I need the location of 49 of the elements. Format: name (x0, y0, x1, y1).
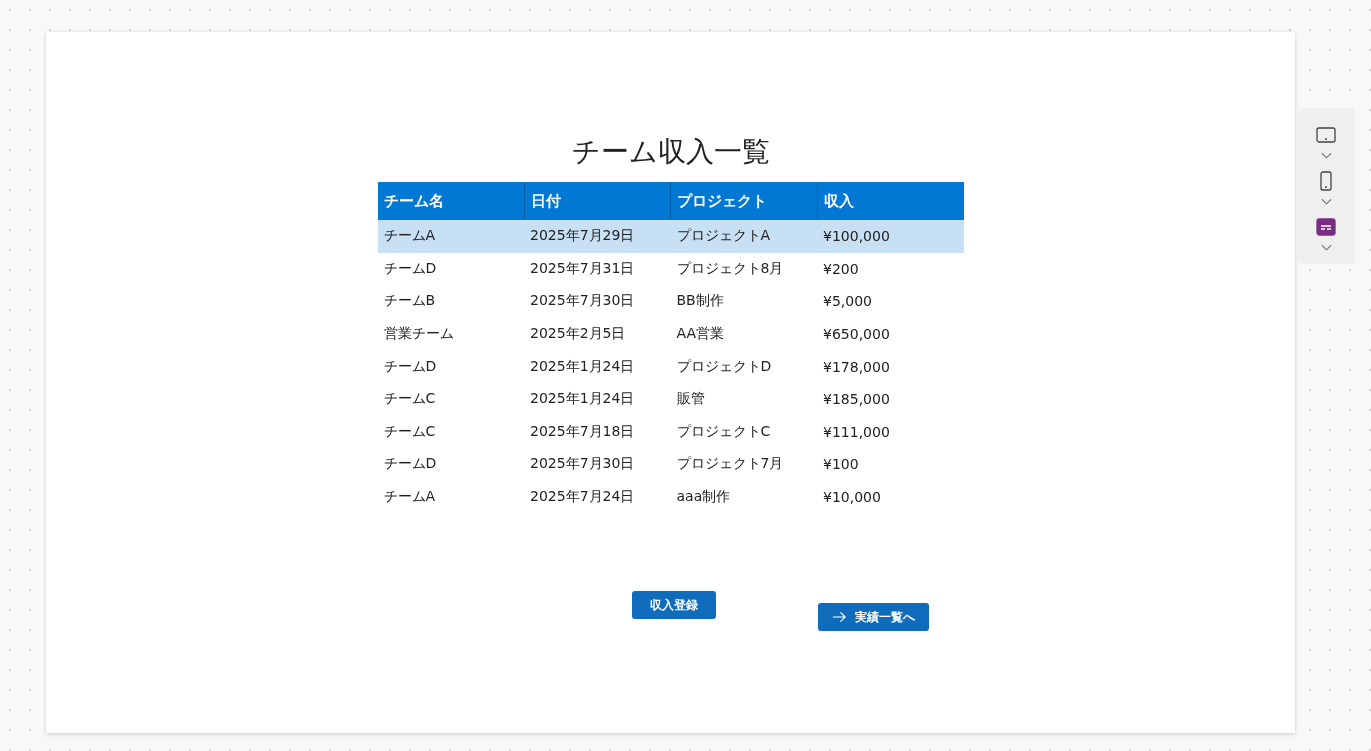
chevron-down-icon[interactable] (1320, 244, 1332, 252)
table-cell[interactable]: 販管 (670, 382, 817, 416)
table-cell[interactable]: プロジェクトD (670, 350, 817, 383)
table-cell[interactable]: 2025年1月24日 (524, 382, 671, 416)
table-cell[interactable]: チームD (377, 448, 524, 481)
table-cell[interactable]: チームA (377, 220, 524, 253)
table-cell[interactable]: プロジェクトA (670, 220, 817, 253)
table-cell[interactable]: ¥10,000 (817, 480, 964, 514)
table-cell[interactable]: ¥100,000 (817, 220, 964, 253)
chevron-down-icon[interactable] (1320, 152, 1332, 160)
table-cell[interactable]: ¥100 (817, 448, 964, 481)
column-header: プロジェクト (670, 182, 817, 220)
table-cell[interactable]: チームD (377, 350, 524, 383)
table-cell[interactable]: 2025年7月29日 (524, 220, 671, 253)
column-header: 日付 (524, 182, 671, 220)
table-cell[interactable]: 2025年7月30日 (524, 448, 671, 481)
table-cell[interactable]: 2025年2月5日 (524, 317, 671, 351)
table-cell[interactable]: プロジェクト7月 (670, 448, 817, 481)
page-title: チーム収入一覧 (571, 134, 770, 170)
table-cell[interactable]: ¥111,000 (817, 415, 964, 449)
table-cell[interactable]: ¥185,000 (817, 382, 964, 416)
table-cell[interactable]: BB制作 (670, 285, 817, 318)
column-header: チーム名 (377, 182, 524, 220)
table-cell[interactable]: チームC (377, 382, 524, 416)
table-cell[interactable]: チームD (377, 252, 524, 286)
table-cell[interactable]: 2025年7月18日 (524, 415, 671, 449)
arrow-right-icon (832, 611, 847, 624)
table-cell[interactable]: 2025年1月24日 (524, 350, 671, 383)
table-cell[interactable]: チームA (377, 480, 524, 514)
table-cell[interactable]: チームB (377, 285, 524, 318)
table-cell[interactable]: プロジェクトC (670, 415, 817, 449)
table-cell[interactable]: ¥5,000 (817, 285, 964, 318)
table-cell[interactable]: AA営業 (670, 317, 817, 351)
table-cell[interactable]: 営業チーム (377, 317, 524, 351)
register-button[interactable]: 収入登録 (632, 591, 716, 620)
table-cell[interactable]: aaa制作 (670, 480, 817, 514)
table-cell[interactable]: ¥178,000 (817, 350, 964, 383)
table-cell[interactable]: 2025年7月24日 (524, 480, 671, 514)
navigate-button[interactable]: 実績一覧へ (818, 603, 929, 632)
column-header: 収入 (817, 182, 964, 220)
table-cell[interactable]: プロジェクト8月 (670, 252, 817, 286)
table-cell[interactable]: 2025年7月31日 (524, 252, 671, 286)
table-cell[interactable]: 2025年7月30日 (524, 285, 671, 318)
table-cell[interactable]: ¥200 (817, 252, 964, 286)
chevron-down-icon[interactable] (1320, 198, 1332, 206)
table-cell[interactable]: ¥650,000 (817, 317, 964, 351)
table-cell[interactable]: チームC (377, 415, 524, 449)
web-layout-icon[interactable] (1315, 216, 1337, 238)
tablet-icon[interactable] (1315, 124, 1337, 146)
